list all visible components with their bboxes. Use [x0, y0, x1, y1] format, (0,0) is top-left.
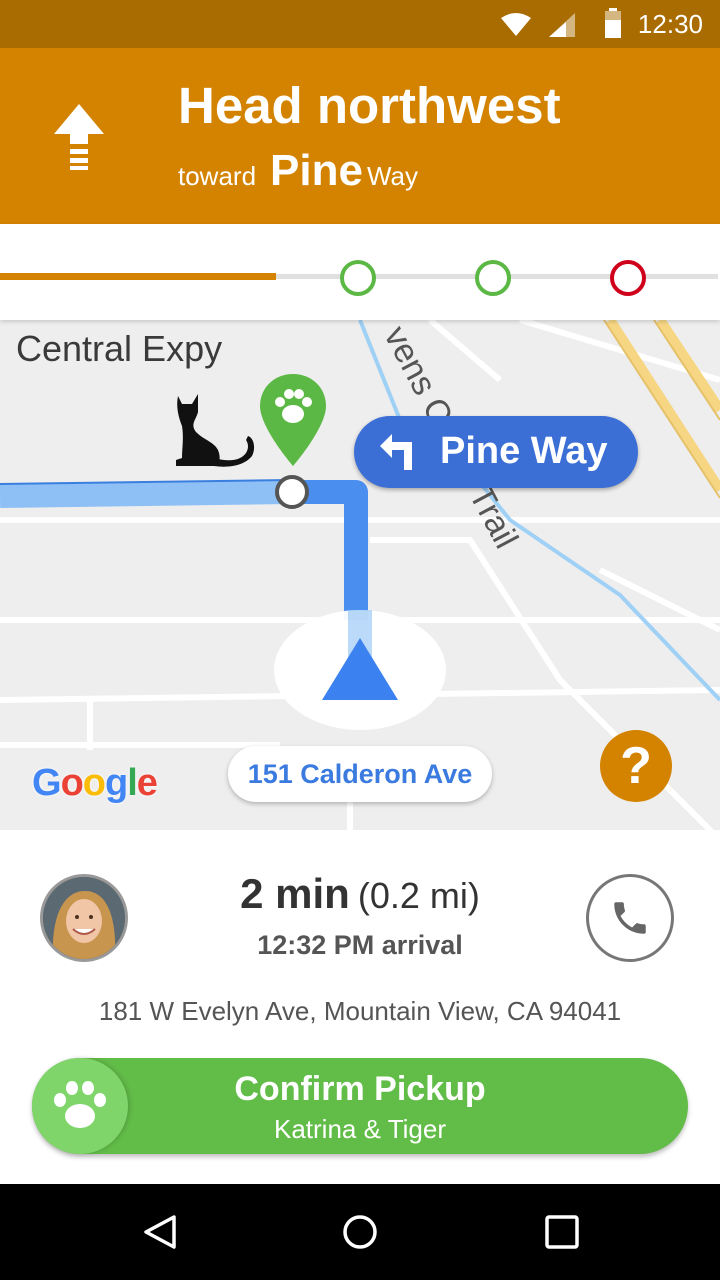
- stop-marker-green-2: [475, 260, 511, 296]
- street-suffix: Way: [366, 161, 419, 191]
- home-icon[interactable]: [342, 1214, 378, 1250]
- instruction-header: Head northwest toward Pine Way: [0, 48, 720, 224]
- next-turn-street: Pine Way: [440, 430, 608, 472]
- instruction-subtitle: toward Pine Way: [178, 146, 418, 196]
- paw-pin-icon: [260, 374, 326, 466]
- google-logo: Google: [32, 762, 158, 804]
- stop-marker-red: [610, 260, 646, 296]
- call-button[interactable]: [586, 874, 674, 962]
- eta-minutes: 2 min: [240, 870, 350, 917]
- progress-fill: [0, 273, 276, 280]
- route-line-behind: [0, 480, 291, 508]
- recents-icon[interactable]: [544, 1214, 580, 1250]
- straight-arrow-icon: [54, 104, 104, 170]
- confirm-pickup-label: Confirm Pickup: [234, 1070, 486, 1108]
- route-progress: [0, 224, 720, 320]
- turn-left-icon: [380, 434, 412, 470]
- eta-distance: (0.2 mi): [357, 875, 480, 916]
- next-turn-chip[interactable]: Pine Way: [354, 416, 638, 488]
- wifi-icon: [501, 13, 531, 36]
- status-bar: 12:30: [0, 0, 720, 48]
- street-name: Pine: [270, 146, 363, 195]
- confirm-pickup-button[interactable]: Confirm Pickup Katrina & Tiger: [32, 1058, 688, 1154]
- confirm-pickup-passengers: Katrina & Tiger: [274, 1114, 446, 1144]
- back-icon[interactable]: [142, 1214, 178, 1250]
- route-line: [290, 480, 368, 620]
- toward-label: toward: [178, 161, 257, 191]
- help-button[interactable]: ?: [600, 730, 672, 802]
- pickup-address: 181 W Evelyn Ave, Mountain View, CA 9404…: [98, 996, 622, 1026]
- status-time: 12:30: [637, 9, 703, 39]
- street-label-central-expy: Central Expy: [16, 328, 223, 369]
- current-address-chip[interactable]: 151 Calderon Ave: [228, 746, 492, 802]
- phone-icon: [614, 902, 646, 934]
- system-navigation-bar: [0, 1184, 720, 1280]
- map-view[interactable]: Central Expy vens Creek Trail Pine Way 1…: [0, 320, 720, 830]
- battery-icon: [605, 8, 621, 38]
- cat-icon: [176, 394, 255, 467]
- signal-icon: [549, 13, 575, 37]
- instruction-title: Head northwest: [178, 77, 561, 134]
- waypoint-marker: [275, 475, 309, 509]
- stop-marker-green-1: [340, 260, 376, 296]
- trip-card: 2 min (0.2 mi) 12:32 PM arrival 181 W Eve…: [0, 830, 720, 1184]
